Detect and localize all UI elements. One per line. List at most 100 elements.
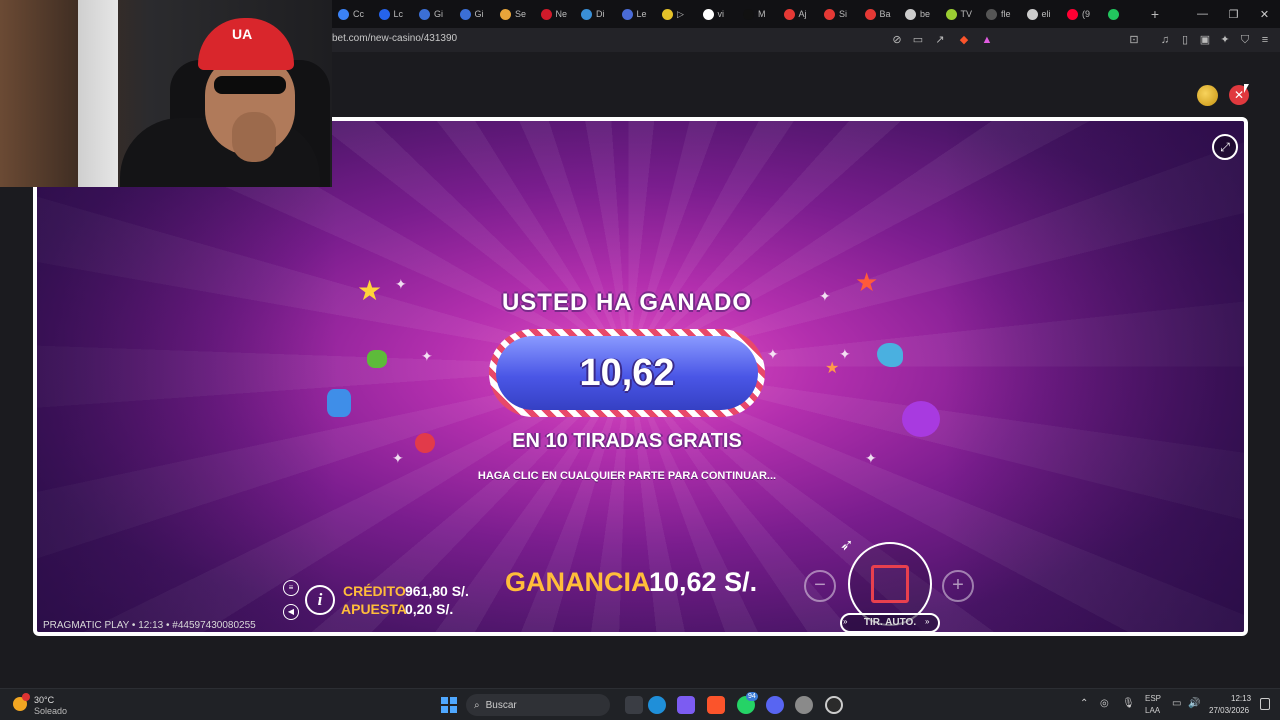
brave-icon[interactable] [707, 696, 725, 714]
spin-arrow-icon: ➶ [840, 537, 854, 554]
win-amount: 10,62 [579, 351, 675, 394]
notification-icon[interactable] [1260, 698, 1270, 710]
turbo-icon[interactable]: » [843, 617, 847, 626]
display-icon[interactable]: ▭ [1172, 698, 1181, 709]
decrease-bet-button[interactable]: − [804, 570, 836, 602]
vpn-icon[interactable]: ⛉ [1238, 33, 1252, 47]
browser-tab[interactable]: Ba [859, 0, 900, 28]
discord-icon[interactable] [766, 696, 784, 714]
leo-ai-icon[interactable]: ✦ [1218, 33, 1232, 47]
tab-list: Cc Lc Gi Gi Se Ne Di Le ▷ vi M Aj Si Ba be TV fle eli (9 [332, 0, 1142, 28]
browser-tab[interactable]: Le [616, 0, 657, 28]
tab-label: Ne [555, 9, 568, 19]
browser-tab[interactable]: Lc [373, 0, 414, 28]
blue-candy-icon [327, 389, 351, 417]
browser-tab[interactable]: Cc [332, 0, 373, 28]
clock-date[interactable]: 27/03/2026 [1209, 706, 1249, 715]
continue-prompt[interactable]: HAGA CLIC EN CUALQUIER PARTE PARA CONTIN… [437, 470, 817, 482]
info-button[interactable]: i [305, 585, 335, 615]
browser-tab[interactable]: Se [494, 0, 535, 28]
obs-icon[interactable] [825, 696, 843, 714]
browser-tab[interactable]: be [899, 0, 940, 28]
increase-bet-button[interactable]: + [942, 570, 974, 602]
tab-favicon-icon [1067, 8, 1078, 20]
cast-icon[interactable]: ▭ [911, 33, 925, 47]
minimize-button[interactable]: — [1187, 0, 1218, 28]
game-footer-info: PRAGMATIC PLAY • 12:13 • #44597430080255 [43, 620, 256, 631]
browser-tab[interactable]: fle [980, 0, 1021, 28]
sound-button[interactable]: ◀ [283, 604, 299, 620]
win-amount-pill-inner: 10,62 [496, 336, 758, 410]
tab-label: Ba [879, 9, 891, 19]
close-window-button[interactable]: ✕ [1249, 0, 1280, 28]
tab-label: Lc [393, 9, 404, 19]
game-frame[interactable]: ★ ★ ★ ✦ ✦ ✦ ✦ ✦ ✦ ✦ ⤢ USTED HA GANADO 10… [33, 117, 1248, 636]
tab-favicon-icon [500, 8, 511, 20]
tab-favicon-icon [702, 8, 714, 20]
wallet-icon[interactable]: ▣ [1198, 33, 1212, 47]
game-menu-button[interactable]: ≡ [283, 580, 299, 596]
microphone-icon[interactable]: 🎙 [1122, 698, 1135, 709]
tab-label: M [758, 9, 766, 19]
rewards-icon[interactable]: ▲ [980, 33, 994, 47]
weather-temperature[interactable]: 30°C [34, 695, 54, 705]
brave-shield-icon[interactable]: ◆ [957, 33, 971, 47]
weather-alert-badge [22, 693, 30, 701]
restore-button[interactable]: ❐ [1218, 0, 1249, 28]
taskbar-search[interactable]: ⌕ Buscar [466, 694, 610, 716]
clock-time[interactable]: 12:13 [1231, 694, 1251, 703]
task-view-icon[interactable] [625, 696, 643, 714]
browser-tab[interactable]: (9 [1061, 0, 1102, 28]
browser-tab[interactable] [1102, 0, 1143, 28]
bet-label: APUESTA [341, 601, 407, 617]
menu-icon[interactable]: ≡ [1258, 33, 1272, 47]
tab-search-icon[interactable]: ⊡ [1127, 33, 1141, 47]
browser-tab[interactable]: TV [940, 0, 981, 28]
win-label: GANANCIA [505, 567, 651, 597]
sidebar-icon[interactable]: ▯ [1178, 33, 1192, 47]
weather-description[interactable]: Soleado [34, 706, 67, 716]
sparkle-icon: ✦ [395, 276, 407, 292]
skip-icon[interactable]: » [925, 617, 929, 626]
edge-icon[interactable] [648, 696, 666, 714]
tab-favicon-icon [783, 8, 795, 20]
whatsapp-badge: 94 [746, 692, 758, 701]
browser-tab[interactable]: eli [1021, 0, 1062, 28]
red-candy-icon [415, 433, 435, 453]
tab-favicon-icon [945, 8, 957, 20]
language-indicator[interactable]: ESP [1145, 694, 1161, 703]
browser-tab[interactable]: Si [818, 0, 859, 28]
media-icon[interactable]: ♫ [1158, 33, 1172, 47]
browser-tab[interactable]: ▷ [656, 0, 697, 28]
sparkle-icon: ✦ [819, 288, 831, 304]
dim-overlay-left [37, 121, 337, 632]
copilot-icon[interactable] [677, 696, 695, 714]
app-icon[interactable] [795, 696, 813, 714]
purple-candy-icon [902, 401, 940, 437]
volume-icon[interactable]: 🔊 [1188, 698, 1200, 709]
browser-tab[interactable]: Di [575, 0, 616, 28]
browser-tab[interactable]: Ne [535, 0, 576, 28]
tray-overflow-icon[interactable]: ⌃ [1080, 698, 1088, 709]
tab-label: Gi [434, 9, 443, 19]
start-menu-icon[interactable] [441, 697, 457, 713]
url-field[interactable]: bet.com/new-casino/431390 [332, 33, 457, 44]
tab-label: ▷ [677, 8, 684, 19]
browser-tab[interactable]: Aj [778, 0, 819, 28]
browser-tab[interactable]: Gi [454, 0, 495, 28]
fullscreen-button[interactable]: ⤢ [1212, 134, 1238, 160]
sparkle-icon: ✦ [767, 346, 779, 362]
keyboard-layout[interactable]: LAA [1145, 706, 1160, 715]
browser-tab[interactable]: Gi [413, 0, 454, 28]
new-tab-button[interactable]: + [1142, 6, 1168, 22]
browser-tab[interactable]: M [737, 0, 778, 28]
tab-label: TV [960, 9, 973, 19]
coin-icon[interactable] [1197, 85, 1218, 106]
no-tracking-icon[interactable]: ⊘ [890, 33, 904, 47]
mouse-cursor-icon [1244, 84, 1249, 93]
tab-favicon-icon [459, 8, 471, 20]
tab-favicon-icon [905, 8, 916, 20]
browser-tab[interactable]: vi [697, 0, 738, 28]
share-icon[interactable]: ↗ [933, 33, 947, 47]
network-icon[interactable]: ◎ [1100, 698, 1109, 709]
